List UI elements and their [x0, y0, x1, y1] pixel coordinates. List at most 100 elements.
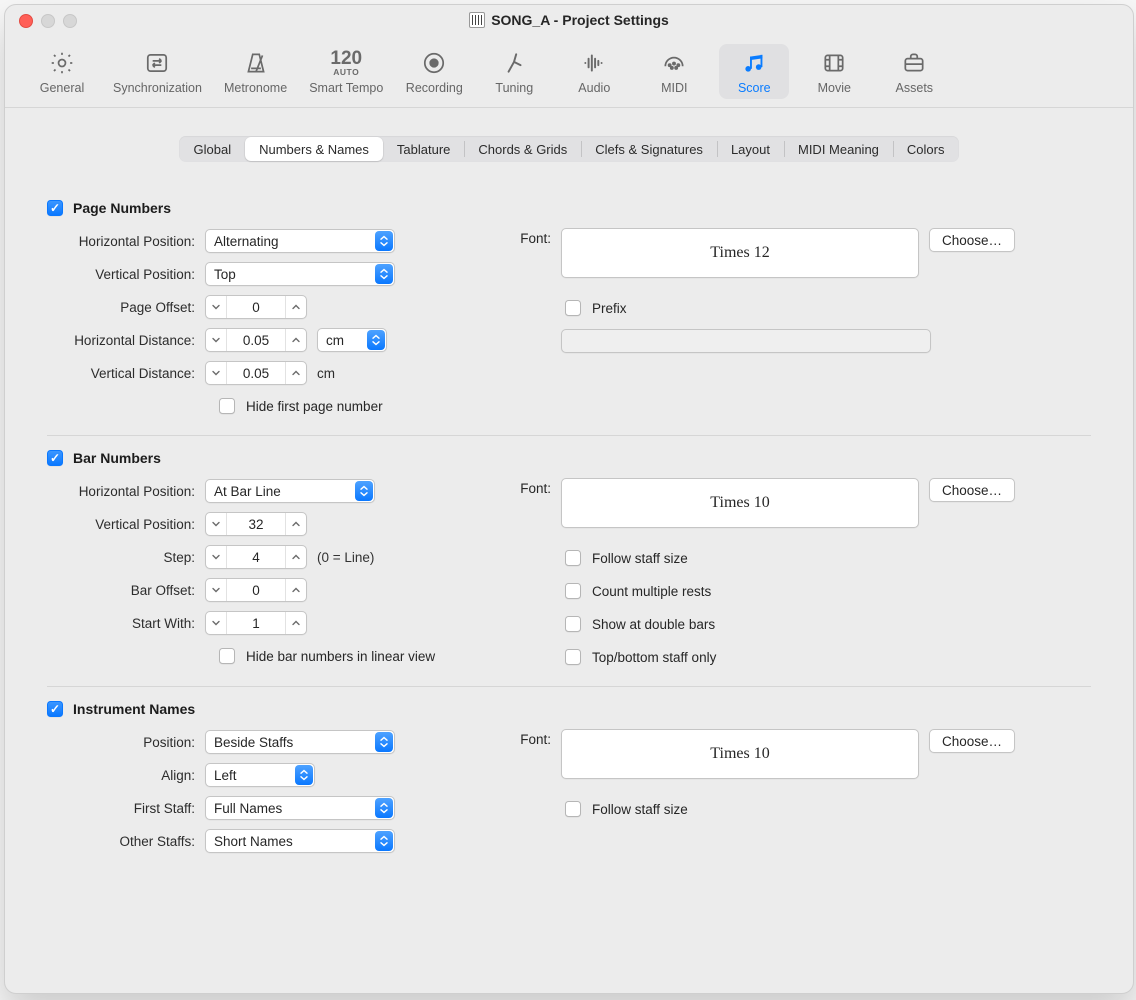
tab-clefs-signatures[interactable]: Clefs & Signatures	[581, 137, 717, 161]
in-position-select[interactable]: Beside Staffs	[205, 730, 395, 754]
window-controls	[19, 14, 77, 28]
chevron-updown-icon	[375, 798, 393, 818]
instrument-names-toggle[interactable]	[47, 701, 63, 717]
toolbar-tuning[interactable]: Tuning	[479, 44, 549, 99]
pn-vpos-label: Vertical Position:	[47, 267, 195, 282]
score-subtabs: Global Numbers & Names Tablature Chords …	[179, 136, 960, 162]
bn-follow-staff-label: Follow staff size	[592, 551, 688, 566]
in-follow-staff-checkbox[interactable]	[565, 801, 581, 817]
tab-midi-meaning[interactable]: MIDI Meaning	[784, 137, 893, 161]
record-icon	[421, 48, 447, 78]
chevron-updown-icon	[355, 481, 373, 501]
tab-colors[interactable]: Colors	[893, 137, 959, 161]
in-font-choose-button[interactable]: Choose…	[929, 729, 1015, 753]
page-numbers-section: Page Numbers Horizontal Position: Altern…	[47, 186, 1091, 419]
page-numbers-toggle[interactable]	[47, 200, 63, 216]
toolbar-sync[interactable]: Synchronization	[107, 44, 208, 99]
bn-top-bottom-checkbox[interactable]	[565, 649, 581, 665]
pn-pageoffset-stepper[interactable]: 0	[205, 295, 307, 319]
bn-count-rests-checkbox[interactable]	[565, 583, 581, 599]
pn-prefix-checkbox[interactable]	[565, 300, 581, 316]
bn-font-label: Font:	[505, 478, 551, 496]
bn-double-bars-checkbox[interactable]	[565, 616, 581, 632]
chevron-up-icon[interactable]	[285, 546, 306, 568]
chevron-down-icon[interactable]	[206, 546, 227, 568]
bn-startwith-value: 1	[227, 616, 285, 631]
tuning-fork-icon	[501, 48, 527, 78]
bn-baroffset-stepper[interactable]: 0	[205, 578, 307, 602]
close-window-button[interactable]	[19, 14, 33, 28]
toolbar-recording[interactable]: Recording	[399, 44, 469, 99]
bn-top-bottom-label: Top/bottom staff only	[592, 650, 716, 665]
chevron-up-icon[interactable]	[285, 579, 306, 601]
chevron-updown-icon	[375, 231, 393, 251]
bn-hide-linear-checkbox[interactable]	[219, 648, 235, 664]
waveform-icon	[581, 48, 607, 78]
chevron-up-icon[interactable]	[285, 612, 306, 634]
pn-prefix-input[interactable]	[561, 329, 931, 353]
midi-icon	[661, 48, 687, 78]
in-align-select[interactable]: Left	[205, 763, 315, 787]
toolbar-score-label: Score	[738, 81, 771, 95]
content-area: Page Numbers Horizontal Position: Altern…	[5, 168, 1133, 874]
zoom-window-button[interactable]	[63, 14, 77, 28]
chevron-down-icon[interactable]	[206, 329, 227, 351]
bn-font-choose-button[interactable]: Choose…	[929, 478, 1015, 502]
pn-hpos-label: Horizontal Position:	[47, 234, 195, 249]
bn-follow-staff-checkbox[interactable]	[565, 550, 581, 566]
in-other-staffs-select[interactable]: Short Names	[205, 829, 395, 853]
toolbar-audio[interactable]: Audio	[559, 44, 629, 99]
pn-hdist-label: Horizontal Distance:	[47, 333, 195, 348]
pn-vpos-value: Top	[214, 267, 236, 282]
bn-hpos-select[interactable]: At Bar Line	[205, 479, 375, 503]
toolbar: General Synchronization Metronome 120 AU…	[5, 35, 1133, 108]
toolbar-metronome[interactable]: Metronome	[218, 44, 293, 99]
tab-global[interactable]: Global	[180, 137, 246, 161]
pn-hdist-stepper[interactable]: 0.05	[205, 328, 307, 352]
pn-font-choose-button[interactable]: Choose…	[929, 228, 1015, 252]
pn-hide-first-checkbox[interactable]	[219, 398, 235, 414]
pn-vdist-stepper[interactable]: 0.05	[205, 361, 307, 385]
pn-hdist-unit-select[interactable]: cm	[317, 328, 387, 352]
toolbar-tuning-label: Tuning	[495, 81, 533, 95]
toolbar-assets[interactable]: Assets	[879, 44, 949, 99]
chevron-down-icon[interactable]	[206, 579, 227, 601]
toolbar-movie[interactable]: Movie	[799, 44, 869, 99]
pn-hdist-value: 0.05	[227, 333, 285, 348]
tab-numbers-names[interactable]: Numbers & Names	[245, 137, 383, 161]
tab-chords-grids[interactable]: Chords & Grids	[464, 137, 581, 161]
chevron-up-icon[interactable]	[285, 296, 306, 318]
toolbar-midi[interactable]: MIDI	[639, 44, 709, 99]
pn-vdist-value: 0.05	[227, 366, 285, 381]
briefcase-icon	[901, 48, 927, 78]
tab-layout[interactable]: Layout	[717, 137, 784, 161]
toolbar-general[interactable]: General	[27, 44, 97, 99]
chevron-up-icon[interactable]	[285, 329, 306, 351]
minimize-window-button[interactable]	[41, 14, 55, 28]
pn-hdist-unit: cm	[326, 333, 344, 348]
bn-step-stepper[interactable]: 4	[205, 545, 307, 569]
toolbar-smart-tempo[interactable]: 120 AUTO Smart Tempo	[303, 44, 389, 99]
pn-vdist-label: Vertical Distance:	[47, 366, 195, 381]
chevron-down-icon[interactable]	[206, 362, 227, 384]
bar-numbers-section: Bar Numbers Horizontal Position: At Bar …	[47, 435, 1091, 670]
chevron-down-icon[interactable]	[206, 296, 227, 318]
pn-font-label: Font:	[505, 228, 551, 246]
in-first-staff-value: Full Names	[214, 801, 282, 816]
in-first-staff-select[interactable]: Full Names	[205, 796, 395, 820]
chevron-up-icon[interactable]	[285, 362, 306, 384]
bn-startwith-stepper[interactable]: 1	[205, 611, 307, 635]
pn-hide-first-label: Hide first page number	[246, 399, 383, 414]
smart-tempo-auto: AUTO	[333, 68, 359, 77]
bar-numbers-toggle[interactable]	[47, 450, 63, 466]
pn-vpos-select[interactable]: Top	[205, 262, 395, 286]
bn-step-hint: (0 = Line)	[317, 550, 374, 565]
chevron-up-icon[interactable]	[285, 513, 306, 535]
tab-tablature[interactable]: Tablature	[383, 137, 464, 161]
pn-pageoffset-value: 0	[227, 300, 285, 315]
chevron-down-icon[interactable]	[206, 513, 227, 535]
toolbar-score[interactable]: Score	[719, 44, 789, 99]
bn-vpos-stepper[interactable]: 32	[205, 512, 307, 536]
chevron-down-icon[interactable]	[206, 612, 227, 634]
pn-hpos-select[interactable]: Alternating	[205, 229, 395, 253]
